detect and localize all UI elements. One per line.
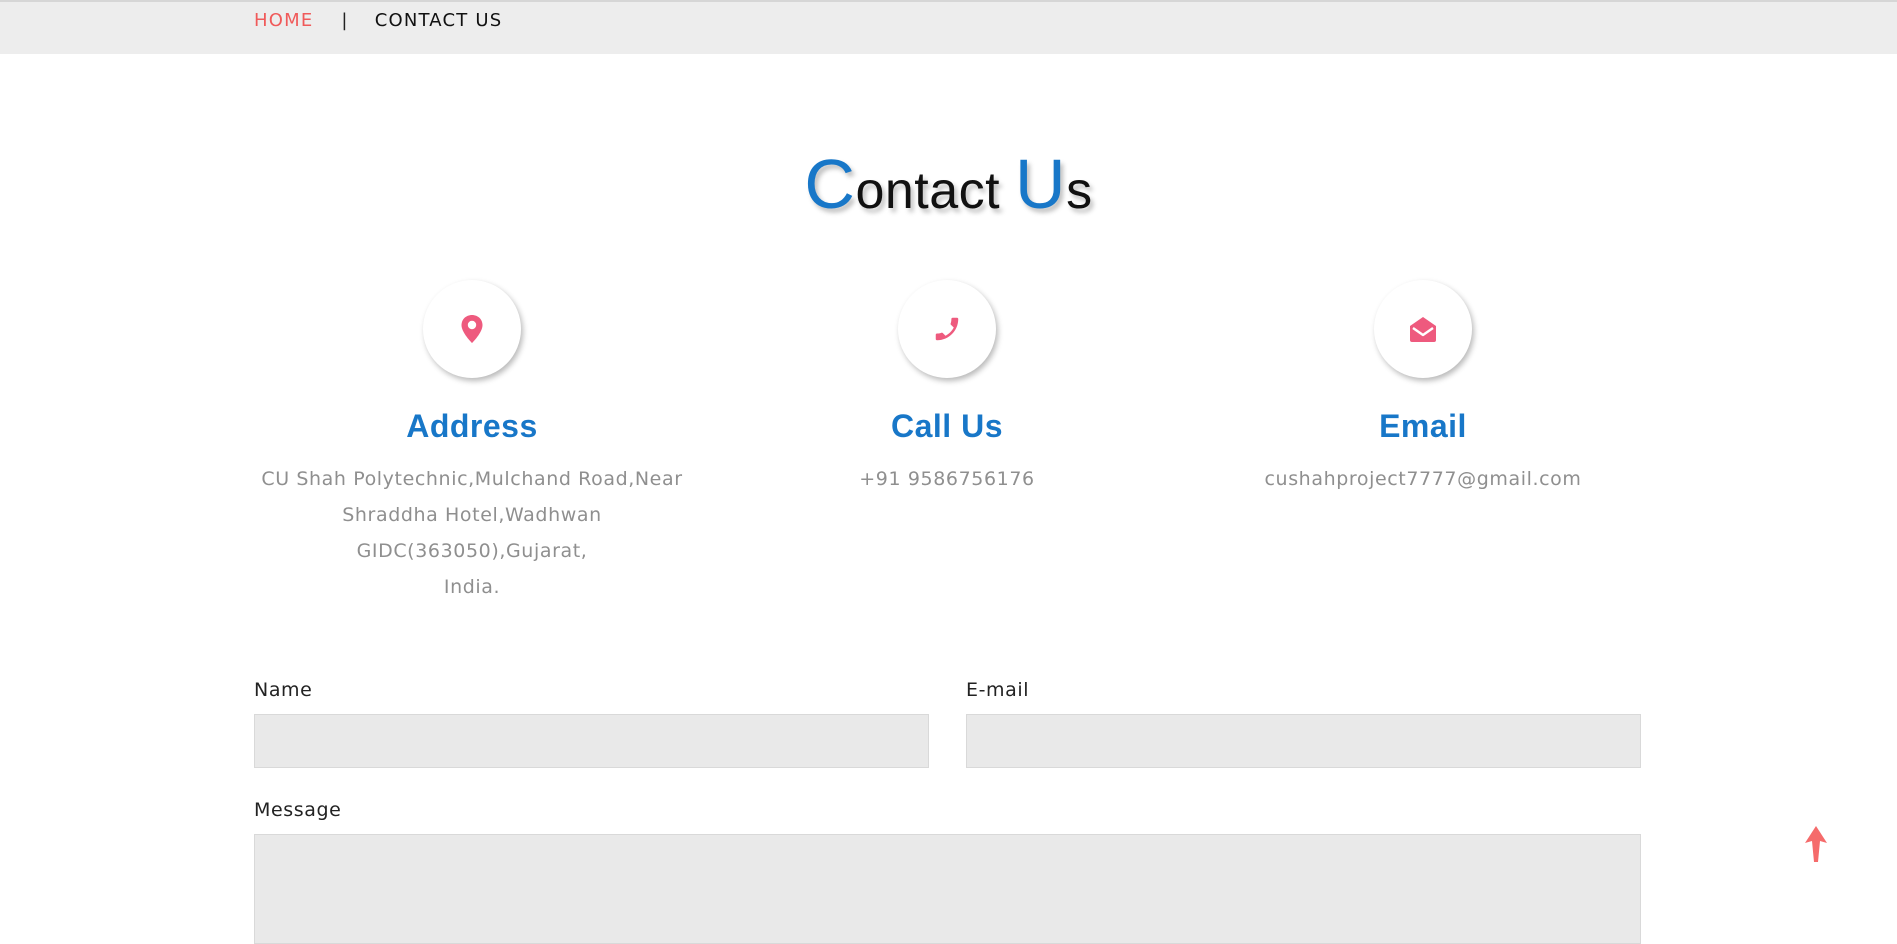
phone-number: +91 9586756176: [859, 468, 1035, 490]
address-heading: Address: [406, 408, 538, 444]
breadcrumb-home-link[interactable]: HOME: [254, 10, 313, 31]
email-input[interactable]: [966, 714, 1641, 768]
call-card: Call Us +91 9586756176: [727, 280, 1167, 497]
title-second-letter: U: [1015, 145, 1067, 223]
phone-icon: [935, 317, 959, 341]
message-label: Message: [254, 799, 342, 821]
address-text: CU Shah Polytechnic,Mulchand Road,Near S…: [252, 461, 692, 605]
address-line: CU Shah Polytechnic,Mulchand Road,Near: [261, 468, 683, 490]
title-first-rest: ontact: [855, 162, 1016, 220]
call-icon-circle: [898, 280, 996, 378]
title-first-letter: C: [804, 145, 856, 223]
name-label: Name: [254, 679, 313, 701]
breadcrumb-current: CONTACT US: [374, 10, 503, 31]
email-address: cushahproject7777@gmail.com: [1264, 468, 1582, 490]
email-card: Email cushahproject7777@gmail.com: [1203, 280, 1643, 497]
envelope-open-icon: [1410, 317, 1436, 342]
arrow-up-icon: [1805, 826, 1827, 862]
message-textarea[interactable]: [254, 834, 1641, 944]
scroll-to-top-button[interactable]: [1803, 826, 1829, 862]
address-line: GIDC(363050),Gujarat,: [356, 540, 588, 562]
address-card: Address CU Shah Polytechnic,Mulchand Roa…: [252, 280, 692, 605]
address-icon-circle: [423, 280, 521, 378]
title-second-rest: s: [1066, 162, 1093, 220]
address-line: India.: [443, 576, 501, 598]
breadcrumb-bar: HOME | CONTACT US: [0, 0, 1897, 54]
breadcrumb-separator: |: [341, 10, 349, 31]
email-label: E-mail: [966, 679, 1030, 701]
map-pin-icon: [461, 315, 483, 343]
address-line: Shraddha Hotel,Wadhwan: [342, 504, 602, 526]
email-icon-circle: [1374, 280, 1472, 378]
email-heading: Email: [1379, 408, 1467, 444]
name-input[interactable]: [254, 714, 929, 768]
call-heading: Call Us: [891, 408, 1003, 444]
page-title: Contact Us: [0, 144, 1897, 224]
breadcrumb: HOME | CONTACT US: [254, 10, 502, 31]
